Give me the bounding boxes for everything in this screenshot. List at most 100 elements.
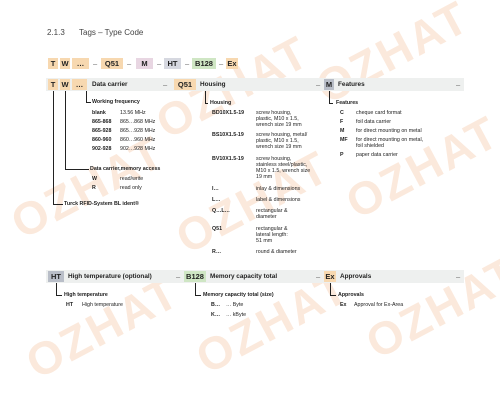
bar1-dash: –	[456, 80, 461, 89]
watermark: OZHAT	[167, 140, 338, 264]
code-dash: –	[185, 59, 190, 68]
housing-code: BS10X1.5-19	[212, 132, 244, 138]
bar1-dash: –	[316, 80, 321, 89]
wf-code: blank	[92, 110, 106, 116]
connector	[53, 91, 54, 205]
wf-value: 902…928 MHz	[120, 146, 156, 152]
memory-code: K…	[211, 312, 221, 318]
data-carrier-access-title: Data carrier,memory access	[90, 166, 161, 172]
housing-code: Q51	[212, 226, 223, 232]
code-box-ht: HT	[164, 58, 181, 69]
feature-code: MF	[340, 137, 348, 143]
housing-desc: inlay & dimensions	[256, 186, 301, 192]
connector	[65, 91, 66, 170]
code-box-ellipsis: …	[72, 58, 89, 69]
connector	[329, 103, 333, 104]
housing-desc: 19 mm	[256, 174, 273, 180]
ht-code: HT	[66, 302, 74, 308]
housing-code: BD10X1.5-19	[212, 110, 245, 116]
wf-code: 860-960	[92, 137, 112, 143]
memory-value: … kByte	[226, 312, 247, 318]
bar2-dash: –	[316, 272, 321, 281]
housing-desc: wrench size 19 mm	[256, 144, 302, 150]
memory-capacity-label: Memory capacity total	[210, 273, 278, 280]
approvals-title: Approvals	[338, 292, 364, 298]
code-box-ex: Ex	[226, 58, 238, 69]
memory-value: … Byte	[226, 302, 244, 308]
connector	[56, 295, 62, 296]
bar1-box-t: T	[48, 79, 58, 90]
wf-value: 13.56 MHz	[120, 110, 146, 116]
memory-code: B…	[211, 302, 221, 308]
wf-code: 865-868	[92, 119, 112, 125]
wf-code: 865-928	[92, 128, 112, 134]
approval-value: Approval for Ex-Area	[354, 302, 404, 308]
ht-value: High temperature	[82, 302, 123, 308]
high-temperature-title: High temperature	[64, 292, 108, 298]
housing-code: L…	[212, 197, 221, 203]
connector	[65, 169, 89, 170]
feature-desc: foil data carrier	[356, 119, 392, 125]
code-dash: –	[219, 59, 224, 68]
bar2-box-ht: HT	[48, 271, 64, 282]
housing-desc: diameter	[256, 214, 277, 220]
housing-desc: round & diameter	[256, 249, 297, 255]
bar1-box-q51: Q51	[174, 79, 196, 90]
connector	[86, 102, 91, 103]
watermark: OZHAT	[17, 265, 188, 389]
feature-desc: paper data carrier	[356, 152, 398, 158]
access-value: read only	[120, 185, 142, 191]
access-code: R	[92, 185, 96, 191]
features-label: Features	[338, 81, 365, 88]
feature-code: F	[340, 119, 344, 125]
feature-desc: cheque card format	[356, 110, 402, 116]
feature-desc: for direct mounting on metal	[356, 128, 422, 134]
watermark: OZHAT	[307, 0, 478, 114]
code-dash: –	[93, 59, 98, 68]
code-box-w: W	[60, 58, 70, 69]
housing-code: I…	[212, 186, 219, 192]
memory-capacity-title: Memory capacity total (size)	[203, 292, 274, 298]
connector	[195, 295, 201, 296]
housing-code: BV10X1.5-19	[212, 156, 244, 162]
housing-title: Housing	[210, 100, 232, 106]
feature-code: P	[340, 152, 344, 158]
bar1-box-m: M	[324, 79, 334, 90]
connector	[53, 204, 63, 205]
features-title: Features	[336, 100, 359, 106]
data-carrier-label: Data carrier	[92, 81, 128, 88]
section-title: Tags – Type Code	[79, 28, 144, 37]
housing-code: R…	[212, 249, 222, 255]
watermark: OZHAT	[2, 125, 173, 249]
housing-desc: 51 mm	[256, 238, 273, 244]
wf-value: 860…960 MHz	[120, 137, 156, 143]
wf-value: 865…928 MHz	[120, 128, 156, 134]
housing-label: Housing	[200, 81, 226, 88]
connector	[330, 295, 336, 296]
code-dash: –	[157, 59, 162, 68]
code-box-b128: B128	[192, 58, 216, 69]
connector	[205, 103, 208, 104]
feature-code: M	[340, 128, 345, 134]
approval-code: Ex	[340, 302, 347, 308]
housing-desc: label & dimensions	[256, 197, 301, 203]
high-temperature-label: High temperature (optional)	[68, 273, 152, 280]
housing-desc: wrench size 19 mm	[256, 122, 302, 128]
feature-desc: foil shielded	[356, 143, 384, 149]
bar2-box-b128: B128	[184, 271, 206, 282]
working-frequency-title: Working frequency	[92, 99, 140, 105]
bar1-dash: –	[163, 80, 168, 89]
access-code: W	[92, 176, 97, 182]
system-label: Turck RFID-System BL ident®	[64, 201, 139, 207]
approvals-label: Approvals	[340, 273, 372, 280]
wf-value: 865…868 MHz	[120, 119, 156, 125]
feature-code: C	[340, 110, 344, 116]
bar1-box-ellipsis: …	[72, 79, 87, 90]
code-box-m: M	[136, 58, 153, 69]
section-number: 2.1.3	[47, 28, 65, 37]
housing-code: Q…L…	[212, 208, 230, 214]
code-dash: –	[127, 59, 132, 68]
code-box-q51: Q51	[101, 58, 123, 69]
bar2-dash: –	[176, 272, 181, 281]
bar2-dash: –	[456, 272, 461, 281]
